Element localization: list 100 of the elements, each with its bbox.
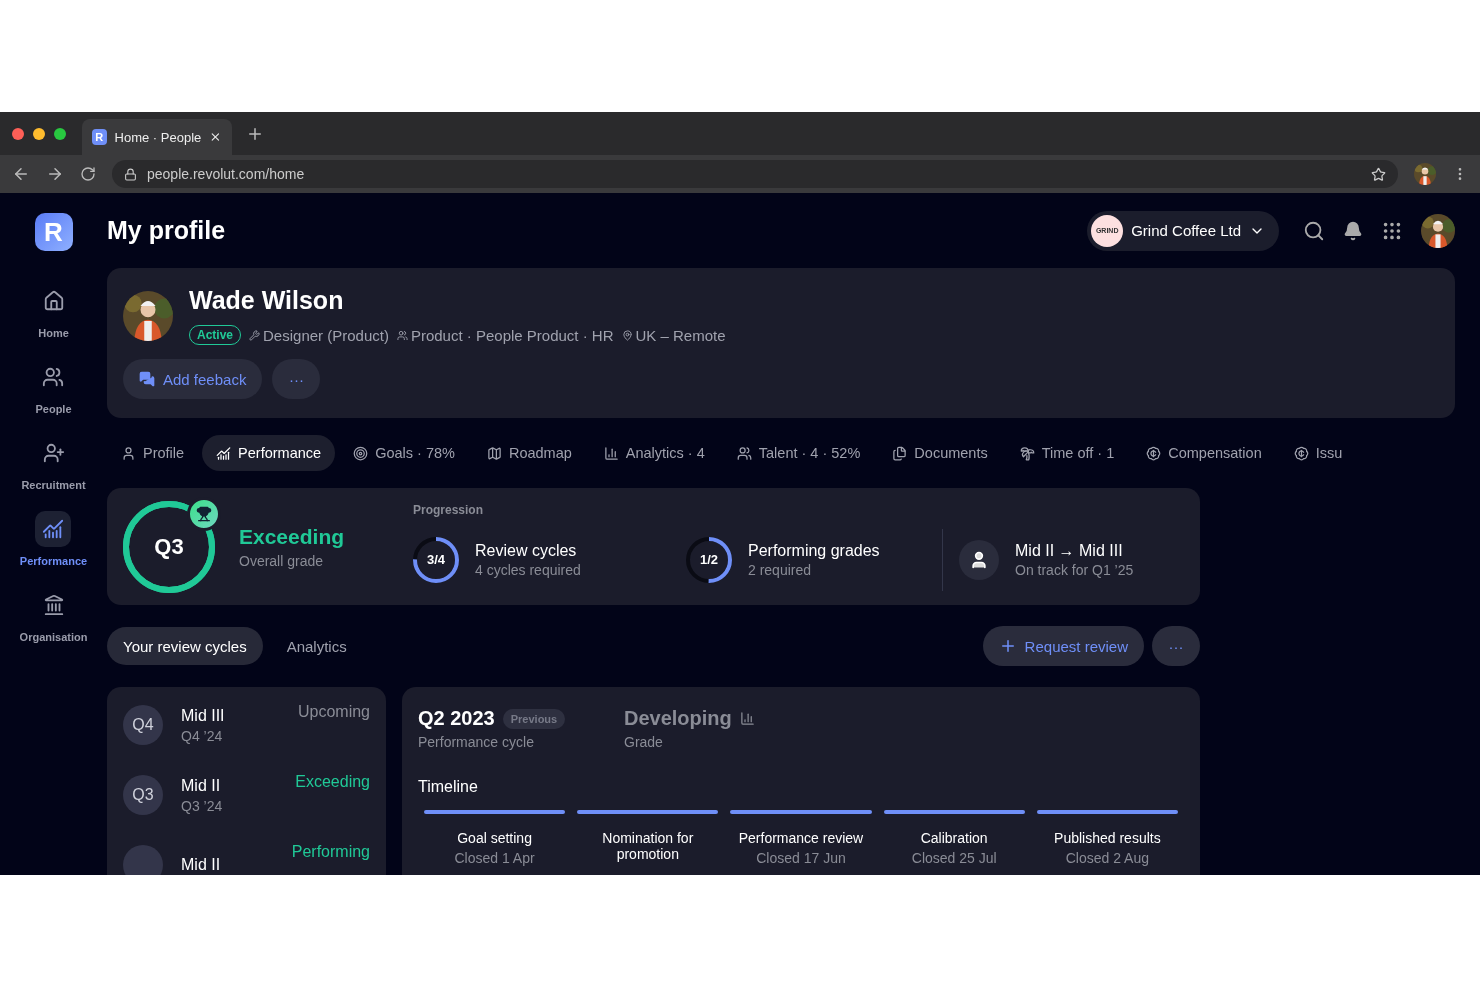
request-review-button[interactable]: Request review — [982, 626, 1144, 666]
stage-date: Closed 2 Aug — [1065, 850, 1150, 866]
cycle-item[interactable]: Q4 Mid III Q4 ’24 Upcoming — [123, 705, 370, 745]
forward-icon[interactable] — [46, 165, 64, 183]
back-icon[interactable] — [12, 165, 30, 183]
tab-title: Home · People — [114, 129, 202, 145]
search-icon[interactable] — [1303, 219, 1325, 242]
more-button[interactable]: ··· — [1152, 626, 1200, 666]
cycle-heading: Q2 2023 — [418, 707, 495, 730]
tab[interactable]: Performance — [202, 435, 336, 471]
cycle-title: Mid II — [181, 856, 222, 874]
cycle-grade: Exceeding — [295, 773, 370, 791]
stage-date: Closed 25 Jul — [911, 850, 997, 866]
ring-value: 1/2 — [699, 552, 719, 567]
tab[interactable]: Talent · 4 · 52% — [722, 435, 875, 471]
stage-title: Published results — [1054, 830, 1161, 846]
tab[interactable]: Goals · 78% — [339, 435, 469, 471]
bank-icon — [42, 594, 65, 616]
more-button[interactable]: ··· — [272, 359, 321, 399]
cycle-date: Q3 ’24 — [181, 797, 224, 814]
cycle-title: Mid II — [181, 776, 222, 795]
palm-tree-icon — [1019, 445, 1035, 461]
coin-icon — [1146, 445, 1162, 461]
bar-chart-icon — [603, 445, 619, 461]
stage-title: Performance review — [738, 830, 864, 846]
overall-grade: Exceeding — [239, 524, 346, 549]
minimize-window-button[interactable] — [33, 127, 45, 140]
section-label: Progression — [413, 502, 485, 517]
favicon: R — [92, 129, 107, 145]
browser-tab[interactable]: R Home · People — [82, 119, 232, 155]
stage-title: Nomination for promotion — [601, 830, 695, 862]
subtab[interactable]: Your review cycles — [107, 627, 263, 665]
sidebar-item[interactable]: Organisation — [19, 587, 88, 653]
reload-icon[interactable] — [80, 166, 96, 182]
ring-value: Q3 — [154, 533, 184, 560]
progress-ring — [413, 536, 459, 583]
subtab[interactable]: Analytics — [270, 627, 363, 665]
grade-caption: Grade — [624, 734, 664, 750]
progress-title: Performing grades — [748, 541, 880, 560]
close-window-button[interactable] — [12, 127, 24, 140]
people-icon — [736, 445, 752, 461]
lock-icon — [124, 167, 137, 181]
chart-icon — [42, 518, 65, 540]
cycle-grade: Upcoming — [297, 703, 370, 721]
next-level: Mid II → Mid III — [1015, 541, 1124, 560]
previous-tag: Previous — [502, 708, 566, 729]
profile-meta: Designer (Product) — [263, 326, 389, 344]
sidebar-item[interactable]: People — [35, 359, 72, 425]
ring-value: 3/4 — [426, 552, 446, 567]
chat-icon — [139, 371, 155, 387]
cycle-grade: Performing — [291, 843, 370, 861]
people-icon — [42, 366, 65, 388]
stage-date: Closed 17 Jun — [756, 850, 846, 866]
coin-icon — [1293, 445, 1309, 461]
people-icon — [396, 329, 408, 341]
user-icon — [121, 445, 136, 461]
stage-title: Goal setting — [457, 830, 532, 846]
progress-title: Review cycles — [475, 541, 578, 560]
tab[interactable]: Issu — [1279, 435, 1357, 471]
next-level-caption: On track for Q1 ’25 — [1015, 561, 1134, 578]
cycle-title: Mid III — [181, 706, 226, 725]
add-feedback-button[interactable]: Add feeback — [123, 359, 263, 399]
cycle-grade-heading: Developing — [624, 707, 732, 730]
tab[interactable]: Compensation — [1132, 435, 1276, 471]
bell-icon[interactable] — [1343, 220, 1363, 241]
profile-name: Wade Wilson — [189, 286, 345, 315]
progress-caption: 2 required — [748, 561, 813, 578]
tab[interactable]: Analytics · 4 — [589, 435, 719, 471]
close-icon[interactable] — [209, 130, 222, 144]
quarter-badge — [123, 845, 163, 875]
person-icon — [959, 539, 999, 580]
stage-title: Calibration — [920, 830, 988, 846]
cycle-caption: Performance cycle — [418, 734, 535, 750]
sidebar-item[interactable]: Performance — [19, 511, 88, 577]
profile-meta: UK – Remote — [635, 326, 726, 344]
sidebar-item[interactable]: Recruitment — [21, 435, 86, 501]
bar-chart-icon — [739, 711, 755, 726]
address-bar[interactable]: people.revolut.com/home — [112, 160, 1398, 188]
progress-caption: 4 cycles required — [475, 561, 581, 578]
star-icon[interactable] — [1371, 166, 1386, 182]
target-icon — [353, 445, 369, 461]
tab[interactable]: Time off · 1 — [1005, 435, 1129, 471]
cycle-item[interactable]: Q3 Mid II Q3 ’24 Exceeding — [123, 775, 370, 815]
cycle-item[interactable]: Mid II Performing — [123, 845, 370, 875]
sidebar-item[interactable]: Home — [35, 283, 72, 349]
tab[interactable]: Roadmap — [472, 435, 586, 471]
quarter-badge: Q3 — [123, 775, 163, 815]
profile-meta: Product · People Product · HR — [410, 326, 614, 344]
tab[interactable]: Documents — [878, 435, 1002, 471]
page-title: My profile — [107, 216, 227, 245]
chart-icon — [216, 445, 232, 461]
timeline-heading: Timeline — [418, 778, 479, 796]
documents-icon — [892, 445, 908, 461]
map-icon — [486, 445, 502, 461]
progress-ring — [686, 536, 732, 583]
tab[interactable]: Profile — [107, 435, 199, 471]
grade-caption: Overall grade — [239, 552, 325, 569]
stage-date: Closed 1 Apr — [454, 850, 535, 866]
maximize-window-button[interactable] — [54, 127, 66, 140]
cycle-date: Q4 ’24 — [181, 727, 224, 744]
